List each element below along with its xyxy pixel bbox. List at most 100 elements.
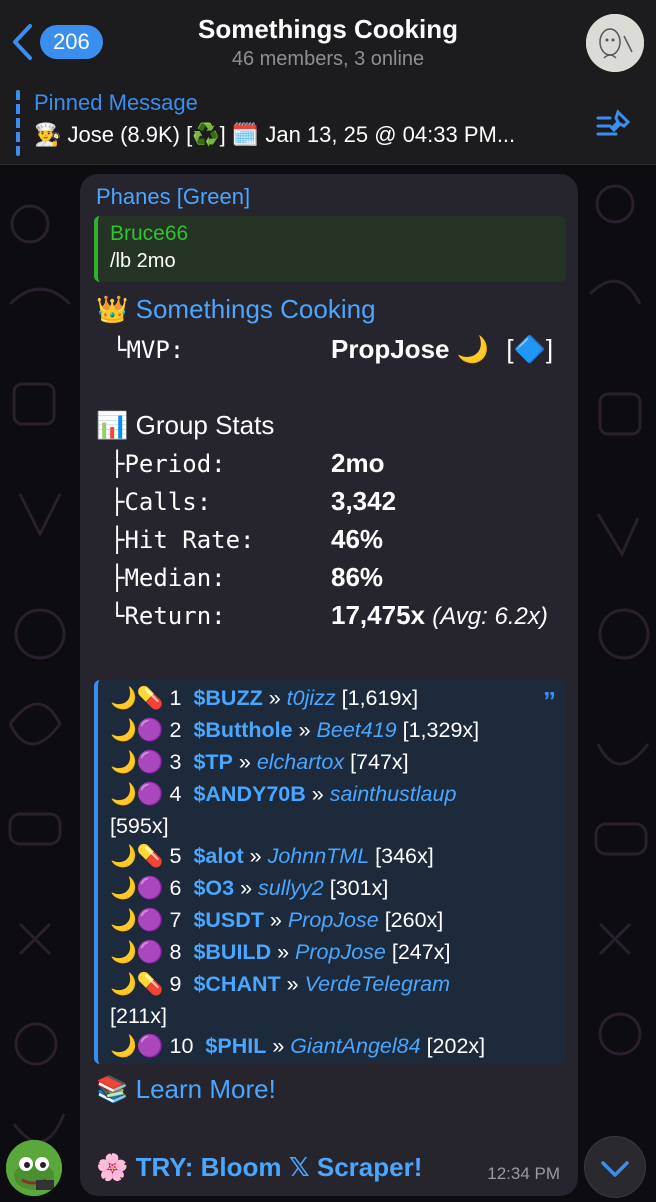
leaderboard-user[interactable]: sainthustlaup bbox=[330, 782, 457, 806]
crown-icon: 👑 bbox=[96, 294, 129, 324]
leaderboard-item: 🌙🟣 3 $TP » elchartox [747x] bbox=[110, 750, 409, 775]
leaderboard-emojis: 🌙🟣 bbox=[110, 750, 164, 774]
group-heading: 👑 Somethings Cooking bbox=[96, 294, 376, 325]
leaderboard-emojis: 🌙🟣 bbox=[110, 908, 164, 932]
leaderboard-ticker[interactable]: $BUILD bbox=[193, 940, 271, 964]
stat-value-wrap: 46% bbox=[331, 524, 383, 555]
learn-more-link[interactable]: Learn More! bbox=[136, 1074, 276, 1104]
mvp-row: └MVP: PropJose 🌙 [🔷] bbox=[96, 334, 553, 365]
leaderboard-ticker[interactable]: $O3 bbox=[193, 876, 234, 900]
leaderboard-rank: 7 bbox=[169, 908, 182, 932]
leaderboard-user[interactable]: GiantAngel84 bbox=[290, 1034, 420, 1058]
leaderboard-mult: [1,329x] bbox=[402, 718, 480, 742]
leaderboard-separator: » bbox=[238, 750, 251, 774]
leaderboard-user[interactable]: Beet419 bbox=[317, 718, 397, 742]
leaderboard-user[interactable]: t0jizz bbox=[287, 686, 336, 710]
leaderboard-item-wrap: [211x] bbox=[110, 1004, 167, 1029]
leaderboard-mult: [301x] bbox=[329, 876, 389, 900]
stat-value-wrap: 17,475x (Avg: 6.2x) bbox=[331, 600, 548, 631]
leaderboard-item: 🌙💊 1 $BUZZ » t0jizz [1,619x] bbox=[110, 686, 418, 711]
leaderboard-separator: » bbox=[311, 782, 324, 806]
leaderboard-emojis: 🌙💊 bbox=[110, 844, 164, 868]
leaderboard-ticker[interactable]: $alot bbox=[193, 844, 243, 868]
stat-value-wrap: 3,342 bbox=[331, 486, 396, 517]
leaderboard-item: 🌙💊 9 $CHANT » VerdeTelegram bbox=[110, 972, 450, 997]
leaderboard-rank: 8 bbox=[169, 940, 182, 964]
leaderboard-rank: 9 bbox=[169, 972, 182, 996]
pin-list-icon[interactable] bbox=[596, 108, 634, 140]
stat-prefix: └ bbox=[110, 602, 125, 630]
leaderboard-ticker[interactable]: $PHIL bbox=[205, 1034, 266, 1058]
pinned-message-bar[interactable]: Pinned Message 👨‍🍳 Jose (8.9K) [♻️] 🗓️ J… bbox=[0, 82, 656, 165]
reply-quote[interactable]: Bruce66 /lb 2mo bbox=[94, 216, 566, 282]
learn-more-row: 📚 Learn More! bbox=[96, 1074, 276, 1105]
leaderboard-item: 🌙🟣 2 $Butthole » Beet419 [1,329x] bbox=[110, 718, 479, 743]
leaderboard-mult: [260x] bbox=[384, 908, 444, 932]
group-link[interactable]: Somethings Cooking bbox=[136, 294, 376, 324]
leaderboard-rank: 10 bbox=[169, 1034, 194, 1058]
leaderboard-rank: 3 bbox=[169, 750, 182, 774]
leaderboard-separator: » bbox=[286, 972, 299, 996]
leaderboard-ticker[interactable]: $BUZZ bbox=[193, 686, 262, 710]
group-avatar[interactable] bbox=[586, 14, 644, 72]
stat-value-wrap: 2mo bbox=[331, 448, 384, 479]
leaderboard-ticker[interactable]: $CHANT bbox=[193, 972, 280, 996]
leaderboard-separator: » bbox=[249, 844, 262, 868]
sender-name[interactable]: Phanes [Green] bbox=[96, 184, 250, 210]
stat-label: Median: bbox=[124, 564, 226, 592]
leaderboard-separator: » bbox=[277, 940, 290, 964]
stat-value: 2mo bbox=[331, 448, 385, 478]
reply-author: Bruce66 bbox=[110, 222, 189, 245]
leaderboard-separator: » bbox=[268, 686, 281, 710]
leaderboard-ticker[interactable]: $TP bbox=[193, 750, 232, 774]
leaderboard-separator: » bbox=[298, 718, 311, 742]
leaderboard-rank: 4 bbox=[169, 782, 182, 806]
pinned-label: Pinned Message bbox=[34, 90, 198, 115]
leaderboard-item: 🌙🟣 8 $BUILD » PropJose [247x] bbox=[110, 940, 450, 965]
leaderboard-emojis: 🌙💊 bbox=[110, 972, 164, 996]
message-bubble[interactable]: Phanes [Green] Bruce66 /lb 2mo 👑 Somethi… bbox=[80, 174, 578, 1196]
mvp-badge: [🔷] bbox=[506, 334, 554, 364]
pinned-indicator bbox=[16, 90, 20, 156]
stat-value-wrap: 86% bbox=[331, 562, 383, 593]
leaderboard-emojis: 🌙🟣 bbox=[110, 940, 164, 964]
leaderboard-ticker[interactable]: $ANDY70B bbox=[193, 782, 305, 806]
leaderboard-user[interactable]: sullyy2 bbox=[258, 876, 324, 900]
sender-avatar[interactable] bbox=[6, 1140, 62, 1196]
stat-prefix: ├ bbox=[110, 564, 125, 592]
stat-value: 46% bbox=[331, 524, 384, 554]
stat-row: ├Calls: 3,342 bbox=[96, 486, 396, 517]
chat-title[interactable]: Somethings Cooking bbox=[0, 14, 656, 45]
stat-extra: (Avg: 6.2x) bbox=[432, 603, 548, 630]
stats-heading: 📊 Group Stats bbox=[96, 410, 274, 441]
mvp-prefix: └ bbox=[112, 336, 127, 364]
chat-subtitle: 46 members, 3 online bbox=[231, 48, 425, 70]
leaderboard-rank: 1 bbox=[169, 686, 182, 710]
leaderboard-user[interactable]: elchartox bbox=[257, 750, 344, 774]
leaderboard-rank: 6 bbox=[169, 876, 182, 900]
leaderboard-rank: 5 bbox=[169, 844, 182, 868]
leaderboard-mult: [211x] bbox=[110, 1004, 167, 1028]
chevron-down-icon bbox=[601, 1161, 629, 1177]
leaderboard-quote: ” 🌙💊 1 $BUZZ » t0jizz [1,619x] 🌙🟣 2 $Butt… bbox=[94, 680, 566, 1064]
stat-row: ├Median: 86% bbox=[96, 562, 383, 593]
leaderboard-user[interactable]: PropJose bbox=[295, 940, 386, 964]
stat-label: Return: bbox=[124, 602, 226, 630]
mvp-value-wrap: PropJose 🌙 [🔷] bbox=[331, 334, 553, 365]
stat-prefix: ├ bbox=[110, 526, 125, 554]
scroll-down-button[interactable] bbox=[584, 1136, 646, 1198]
leaderboard-user[interactable]: VerdeTelegram bbox=[305, 972, 450, 996]
leaderboard-ticker[interactable]: $USDT bbox=[193, 908, 263, 932]
mvp-value: PropJose 🌙 bbox=[331, 334, 490, 364]
frog-avatar-icon bbox=[6, 1140, 62, 1196]
chat-header: 206 Somethings Cooking 46 members, 3 onl… bbox=[0, 0, 656, 83]
leaderboard-mult: [202x] bbox=[426, 1034, 486, 1058]
leaderboard-user[interactable]: JohnnTML bbox=[268, 844, 370, 868]
leaderboard-item-wrap: [595x] bbox=[110, 814, 169, 839]
leaderboard-user[interactable]: PropJose bbox=[288, 908, 379, 932]
leaderboard-separator: » bbox=[269, 908, 282, 932]
leaderboard-ticker[interactable]: $Butthole bbox=[193, 718, 292, 742]
stat-row: ├Period: 2mo bbox=[96, 448, 384, 479]
stat-row: └Return: 17,475x (Avg: 6.2x) bbox=[96, 600, 548, 631]
try-link[interactable]: TRY: Bloom 𝕏 Scraper! bbox=[136, 1152, 423, 1182]
